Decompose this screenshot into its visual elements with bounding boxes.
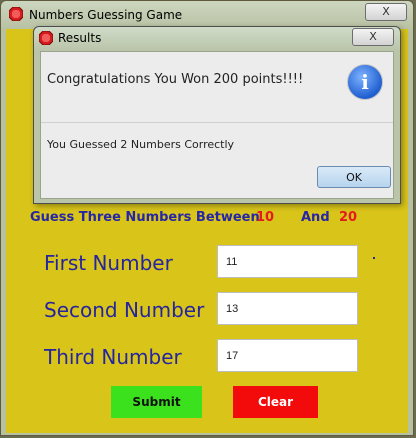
main-close-button[interactable]: X bbox=[365, 3, 407, 21]
dialog-close-button[interactable]: X bbox=[352, 28, 394, 46]
second-number-input[interactable] bbox=[217, 292, 358, 325]
third-number-label: Third Number bbox=[44, 345, 182, 369]
first-number-input[interactable] bbox=[217, 245, 358, 278]
dialog-message: Congratulations You Won 200 points!!!! bbox=[47, 72, 304, 87]
main-titlebar[interactable]: Numbers Guessing Game X bbox=[1, 1, 413, 29]
dialog-app-icon bbox=[39, 31, 53, 45]
app-icon bbox=[9, 7, 23, 21]
dialog-detail: You Guessed 2 Numbers Correctly bbox=[47, 138, 235, 151]
range-high: 20 bbox=[339, 210, 358, 225]
ok-button[interactable]: OK bbox=[317, 166, 391, 188]
dialog-body: Congratulations You Won 200 points!!!! i… bbox=[40, 51, 394, 199]
clear-button[interactable]: Clear bbox=[233, 386, 318, 418]
main-window-title: Numbers Guessing Game bbox=[29, 8, 183, 22]
range-low: 10 bbox=[256, 210, 275, 225]
second-number-label: Second Number bbox=[44, 298, 205, 322]
info-icon: i bbox=[347, 64, 383, 100]
prompt-text: Guess Three Numbers Between bbox=[30, 210, 260, 225]
first-number-label: First Number bbox=[44, 251, 173, 275]
third-number-input[interactable] bbox=[217, 339, 358, 372]
prompt-and: And bbox=[301, 210, 330, 225]
results-dialog: Results X Congratulations You Won 200 po… bbox=[33, 26, 401, 204]
submit-button[interactable]: Submit bbox=[111, 386, 202, 418]
dialog-title: Results bbox=[58, 31, 102, 45]
dialog-separator bbox=[41, 122, 393, 123]
decorative-dot bbox=[373, 257, 375, 259]
